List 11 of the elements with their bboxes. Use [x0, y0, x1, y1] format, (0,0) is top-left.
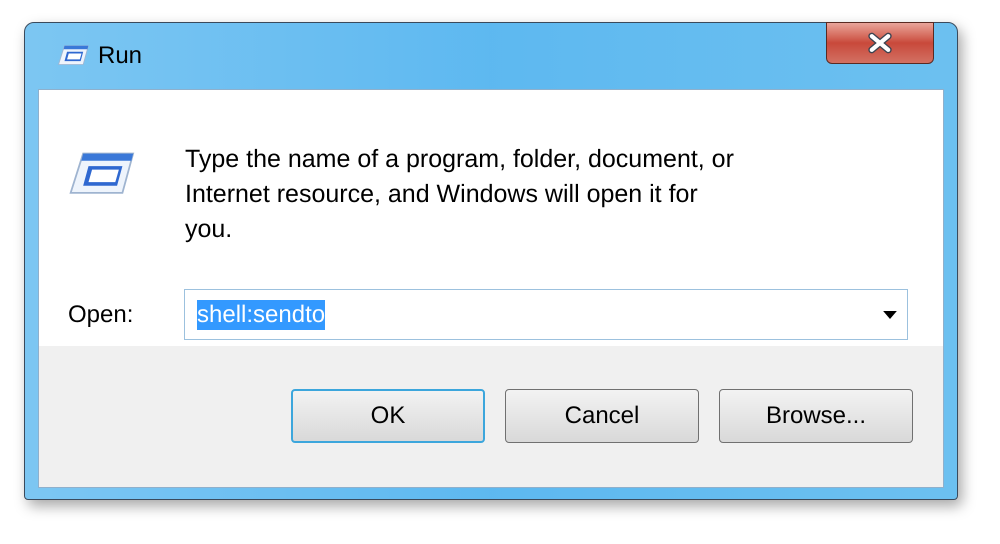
instruction-text: Type the name of a program, folder, document, or Internet resource, and Windows will open it for you. — [185, 144, 735, 245]
window-title: Run — [98, 41, 142, 71]
close-button[interactable] — [826, 22, 934, 64]
command-value: shell:sendto — [197, 300, 326, 330]
close-icon — [866, 32, 894, 54]
open-label: Open: — [68, 300, 134, 330]
dialog-button[interactable]: OK — [291, 389, 485, 443]
dialog-button[interactable]: Cancel — [505, 389, 699, 443]
run-icon — [56, 44, 90, 68]
dialog-button[interactable]: Browse... — [719, 389, 913, 443]
dropdown-arrow-icon — [883, 310, 897, 318]
